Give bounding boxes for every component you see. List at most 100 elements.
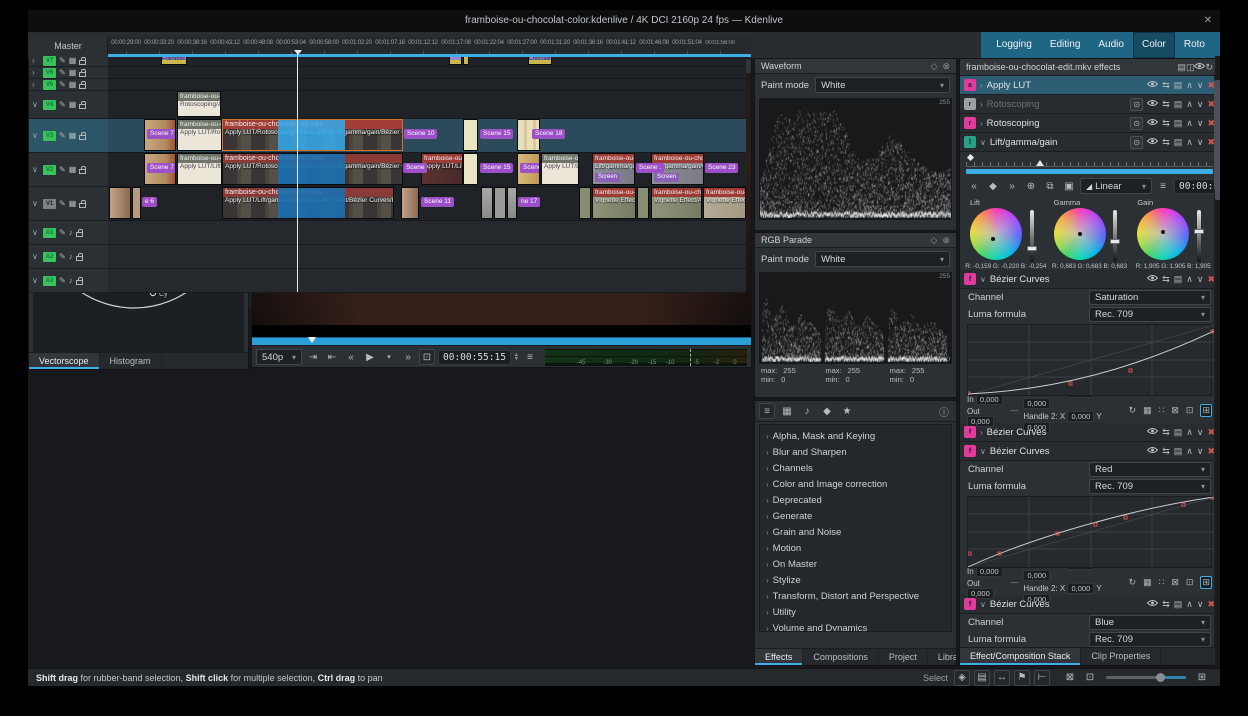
save-preset-icon[interactable]: ▤	[1174, 80, 1183, 91]
effect-row-bezier-2[interactable]: f ∨ Bézier Curves ⇆ ▤ ∧ ∨ ✖	[960, 442, 1219, 461]
move-down-icon[interactable]: ∨	[1197, 427, 1204, 438]
move-up-icon[interactable]: ∧	[1186, 118, 1193, 129]
custom-effects-icon[interactable]: ◆	[819, 403, 835, 419]
move-down-icon[interactable]: ∨	[1197, 599, 1204, 610]
track-header-v3[interactable]: ∨V3✎▦	[29, 119, 108, 153]
timeline-clip[interactable]: framboise-ou-chLift/gamma/gainScreen	[592, 153, 635, 185]
workspace-tab-color[interactable]: Color	[1133, 32, 1175, 58]
timeline-zoom-slider[interactable]	[1106, 676, 1186, 679]
presets-icon[interactable]: ⇆	[1162, 80, 1170, 91]
track-edit-icon[interactable]: ✎	[59, 100, 66, 109]
move-down-icon[interactable]: ∨	[1197, 446, 1204, 457]
set-zone-in-icon[interactable]: ⇥	[305, 349, 321, 365]
gradient-background-icon[interactable]: ▦	[1143, 577, 1152, 588]
tab-library[interactable]: Library	[928, 649, 957, 665]
track-mute-icon[interactable]: ♪	[69, 276, 73, 285]
clip-selection-zone[interactable]	[278, 154, 345, 184]
show-effects-icon[interactable]	[1194, 62, 1205, 72]
timeline-zone-bar[interactable]	[108, 54, 751, 57]
eye-icon[interactable]	[1147, 137, 1158, 147]
track-lane-a3[interactable]	[108, 269, 746, 293]
track-hide-icon[interactable]: ▦	[69, 80, 77, 89]
float-panel-icon[interactable]: ◇	[931, 61, 938, 72]
keyframe-options-icon[interactable]: ≡	[1155, 178, 1171, 194]
timeline-clip[interactable]	[481, 187, 493, 219]
presets-icon[interactable]: ⇆	[1162, 274, 1170, 285]
track-edit-icon[interactable]: ✎	[59, 165, 66, 174]
save-preset-icon[interactable]: ▤	[1174, 427, 1183, 438]
effect-category[interactable]: ›Color and Image correction	[760, 476, 951, 492]
track-target-v1[interactable]: V1	[43, 199, 56, 209]
effect-row-rotoscoping[interactable]: r›Rotoscoping⊙⇆▤∧∨✖	[960, 114, 1219, 133]
track-mute-icon[interactable]: ♪	[69, 228, 73, 237]
clip-label[interactable]: Scene 15	[480, 129, 513, 139]
zoom-in-curve-icon[interactable]: ⊡	[1186, 577, 1194, 588]
curve-editor-red[interactable]	[967, 496, 1212, 568]
next-keyframe-icon[interactable]: »	[1004, 178, 1020, 194]
clip-selection-zone[interactable]	[278, 120, 345, 150]
lock-icon[interactable]	[79, 203, 86, 208]
gain-slider[interactable]	[1197, 210, 1201, 262]
timeline-clip[interactable]: framboise-ou-chocolat-edit.mkvApply LUT/…	[222, 187, 394, 219]
track-hide-icon[interactable]: ▦	[69, 131, 77, 140]
video-effects-icon[interactable]: ▦	[779, 403, 795, 419]
track-lane-v2[interactable]: Scene 7framboise-ou-choApply LUT/Lift/ga…	[108, 153, 746, 187]
track-lane-v1[interactable]: e 6framboise-ou-chocolat-edit.mkvApply L…	[108, 187, 746, 221]
effect-category[interactable]: ›Channels	[760, 460, 951, 476]
effect-row-rotoscoping[interactable]: r›Rotoscoping⊙⇆▤∧∨✖	[960, 95, 1219, 114]
track-edit-icon[interactable]: ✎	[59, 56, 66, 65]
monitor-timecode[interactable]: 00:00:55:15	[438, 350, 511, 365]
tag-icon[interactable]: ◈	[954, 670, 970, 686]
track-hide-icon[interactable]: ▦	[69, 68, 77, 77]
timeline-clip[interactable]: framboise-ou-cApply LUT/Lift/g	[541, 153, 579, 185]
eye-icon[interactable]	[1147, 446, 1158, 456]
lift-wheel[interactable]: Lift	[964, 196, 1048, 260]
move-down-icon[interactable]: ∨	[1197, 80, 1204, 91]
track-lane-a1[interactable]	[108, 221, 746, 245]
compare-icon[interactable]: ◫	[1186, 62, 1195, 73]
track-hide-icon[interactable]: ▦	[69, 199, 77, 208]
save-layout-icon[interactable]: ▤	[974, 670, 990, 686]
copy-keyframe-icon[interactable]: ⧉	[1042, 178, 1058, 194]
track-mute-icon[interactable]: ♪	[69, 252, 73, 261]
keyframe-marker[interactable]	[967, 154, 974, 161]
timeline-clip[interactable]: Scene 7	[144, 119, 176, 151]
track-edit-icon[interactable]: ✎	[59, 228, 66, 237]
tab-clip-properties[interactable]: Clip Properties	[1081, 648, 1161, 665]
mix-icon[interactable]: ↔	[994, 670, 1010, 686]
timeline-playhead-marker[interactable]	[294, 50, 302, 55]
track-lane-v5[interactable]	[108, 79, 746, 91]
track-lane-v6[interactable]	[108, 67, 746, 79]
timeline-clip[interactable]: framboise-ou-choApply LUT/Rotosc	[177, 119, 222, 151]
previous-keyframe-icon[interactable]: «	[966, 178, 982, 194]
keyframe-ruler[interactable]	[966, 154, 1213, 167]
timeline-clip[interactable]: framboise-ou-choRotoscoping/Appl	[177, 91, 221, 117]
h1y-field[interactable]: 0,000	[1023, 398, 1050, 409]
presets-icon[interactable]: ⇆	[1162, 99, 1170, 110]
close-panel-icon[interactable]: ⊗	[942, 61, 950, 72]
close-panel-icon[interactable]: ⊗	[942, 235, 950, 246]
float-panel-icon[interactable]: ◇	[931, 235, 938, 246]
effect-category[interactable]: ›Alpha, Mask and Keying	[760, 428, 951, 444]
out-field[interactable]: 0,000	[967, 416, 994, 427]
timeline-clip[interactable]: framboise-ou-chocolat-edit.mkvApply LUT/…	[222, 153, 403, 185]
out-field[interactable]: 0,000	[967, 588, 994, 599]
effect-category[interactable]: ›Transform, Distort and Perspective	[760, 588, 951, 604]
timeline-playhead[interactable]	[297, 54, 298, 292]
effect-category[interactable]: ›Deprecated	[760, 492, 951, 508]
timeline-clip[interactable]	[463, 119, 478, 151]
track-edit-icon[interactable]: ✎	[59, 252, 66, 261]
lock-icon[interactable]	[76, 280, 83, 285]
track-edit-icon[interactable]: ✎	[59, 80, 66, 89]
effect-row-bezier-1[interactable]: f ∨ Bézier Curves ⇆ ▤ ∧ ∨ ✖	[960, 270, 1219, 289]
lock-icon[interactable]	[79, 104, 86, 109]
monitor-resolution-select[interactable]: 540p▾	[256, 349, 302, 365]
timeline-clip[interactable]: framboise-ou-chocVignette Effect/Appl	[651, 187, 702, 219]
timeline-clip[interactable]	[507, 187, 517, 219]
move-up-icon[interactable]: ∧	[1186, 80, 1193, 91]
save-preset-icon[interactable]: ▤	[1174, 274, 1183, 285]
tab-effects[interactable]: Effects	[755, 649, 803, 665]
track-target-v6[interactable]: V6	[43, 68, 56, 78]
show-all-effects-icon[interactable]: ≡	[759, 403, 775, 419]
tab-compositions[interactable]: Compositions	[803, 649, 879, 665]
